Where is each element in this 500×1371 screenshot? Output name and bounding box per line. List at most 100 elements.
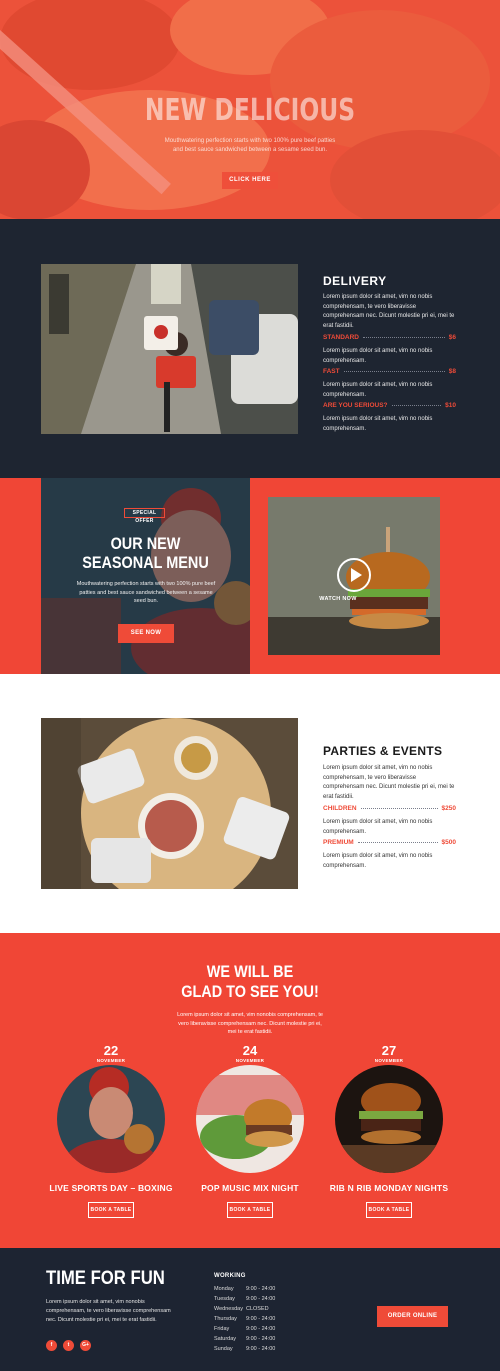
footer-title: TIME FOR FUN <box>46 1268 165 1289</box>
delivery-option-serious: ARE YOU SERIOUS? $10 <box>323 402 456 409</box>
event-month: NOVEMBER <box>374 1058 404 1063</box>
hero-title: NEW DELICIOUS <box>144 93 356 128</box>
watch-now-label[interactable]: WATCH NOW <box>268 596 408 602</box>
parties-photo <box>41 718 298 889</box>
delivery-title: DELIVERY <box>323 274 387 288</box>
option-description: Lorem ipsum dolor sit amet, vim no nobis… <box>323 819 433 835</box>
option-name: STANDARD <box>323 334 359 341</box>
hours-time: 9:00 - 24:00 <box>246 1326 276 1332</box>
events-description: Lorem ipsum dolor sit amet, vim nonobis … <box>177 1012 323 1035</box>
event-day: 24 <box>242 1043 258 1058</box>
event-name: POP MUSIC MIX NIGHT <box>201 1183 299 1193</box>
twitter-icon[interactable]: t <box>63 1340 74 1351</box>
event-image <box>196 1065 304 1173</box>
event-month: NOVEMBER <box>96 1058 126 1063</box>
events-title-line1: WE WILL BE <box>206 962 294 981</box>
delivery-option-fast: FAST $8 <box>323 368 456 375</box>
facebook-icon[interactable]: f <box>46 1340 57 1351</box>
party-option-premium: PREMIUM $500 <box>323 839 456 846</box>
book-table-button[interactable]: BOOK A TABLE <box>366 1202 412 1218</box>
seasonal-title: OUR NEW SEASONAL MENU <box>57 534 235 572</box>
option-description: Lorem ipsum dolor sit amet, vim no nobis… <box>323 382 433 398</box>
video-card[interactable]: WATCH NOW <box>268 497 440 655</box>
event-day: 22 <box>103 1043 119 1058</box>
parties-title: PARTIES & EVENTS <box>323 744 443 758</box>
hours-time: CLOSED <box>246 1306 269 1312</box>
option-name: FAST <box>323 368 340 375</box>
hours-row: Friday 9:00 - 24:00 <box>214 1326 275 1336</box>
working-hours-label: WORKING <box>214 1273 246 1279</box>
event-image <box>335 1065 443 1173</box>
seasonal-description: Mouthwatering perfection starts with two… <box>76 581 216 604</box>
events-title-line2: GLAD TO SEE YOU! <box>181 982 319 1001</box>
hours-day: Sunday <box>214 1346 233 1352</box>
option-price: $250 <box>441 805 456 812</box>
delivery-option-standard: STANDARD $6 <box>323 334 456 341</box>
option-name: PREMIUM <box>323 839 354 846</box>
hours-row: Wednesday CLOSED <box>214 1306 275 1316</box>
dotted-divider <box>343 371 445 372</box>
hours-time: 9:00 - 24:00 <box>246 1346 276 1352</box>
hours-row: Saturday 9:00 - 24:00 <box>214 1336 275 1346</box>
hero-click-here-button[interactable]: CLICK HERE <box>222 172 278 189</box>
hours-day: Monday <box>214 1286 234 1292</box>
hero-section: NEW DELICIOUS Mouthwatering perfection s… <box>0 0 500 219</box>
hours-time: 9:00 - 24:00 <box>246 1296 276 1302</box>
event-card: 22 NOVEMBER LIVE SPORTS DAY – BOXING BOO… <box>49 1043 172 1223</box>
hours-row: Tuesday 9:00 - 24:00 <box>214 1296 275 1306</box>
option-description: Lorem ipsum dolor sit amet, vim no nobis… <box>323 416 433 432</box>
special-offer-badge: SPECIAL OFFER <box>124 508 165 524</box>
see-now-button[interactable]: SEE NOW <box>118 624 174 643</box>
seasonal-section: SPECIAL OFFER OUR NEW SEASONAL MENU Mout… <box>0 478 500 674</box>
event-image <box>57 1065 165 1173</box>
delivery-photo <box>41 264 298 434</box>
dotted-divider <box>391 405 442 406</box>
parties-section: PARTIES & EVENTS Lorem ipsum dolor sit a… <box>0 674 500 933</box>
events-title: WE WILL BE GLAD TO SEE YOU! <box>38 962 463 1002</box>
event-name: RIB N RIB MONDAY NIGHTS <box>329 1183 449 1193</box>
book-table-button[interactable]: BOOK A TABLE <box>88 1202 134 1218</box>
delivery-section: DELIVERY Lorem ipsum dolor sit amet, vim… <box>0 219 500 478</box>
hours-day: Wednesday <box>214 1306 243 1312</box>
event-day: 27 <box>381 1043 397 1058</box>
footer-description: Lorem ipsum dolor sit amet, vim nonobis … <box>46 1299 171 1323</box>
hours-day: Thursday <box>214 1316 237 1322</box>
event-name: LIVE SPORTS DAY – BOXING <box>49 1183 173 1193</box>
option-description: Lorem ipsum dolor sit amet, vim no nobis… <box>323 348 433 364</box>
seasonal-title-line2: SEASONAL MENU <box>82 553 209 572</box>
option-name: CHILDREN <box>323 805 357 812</box>
option-name: ARE YOU SERIOUS? <box>323 402 388 409</box>
option-price: $6 <box>448 334 456 341</box>
seasonal-title-line1: OUR NEW <box>110 534 181 553</box>
option-price: $8 <box>448 368 456 375</box>
option-price: $10 <box>445 402 456 409</box>
option-price: $500 <box>441 839 456 846</box>
hours-day: Saturday <box>214 1336 237 1342</box>
book-table-button[interactable]: BOOK A TABLE <box>227 1202 273 1218</box>
dotted-divider <box>360 808 438 809</box>
google-plus-icon[interactable]: G+ <box>80 1340 91 1351</box>
hours-row: Sunday 9:00 - 24:00 <box>214 1346 275 1356</box>
order-online-button[interactable]: ORDER ONLINE <box>377 1306 448 1327</box>
social-links: f t G+ <box>46 1340 91 1351</box>
event-card: 24 NOVEMBER POP MUSIC MIX NIGHT BOOK A T… <box>195 1043 305 1223</box>
parties-description: Lorem ipsum dolor sit amet, vim no nobis… <box>323 765 455 800</box>
play-icon[interactable] <box>337 558 371 592</box>
delivery-description: Lorem ipsum dolor sit amet, vim no nobis… <box>323 294 455 329</box>
events-section: WE WILL BE GLAD TO SEE YOU! Lorem ipsum … <box>0 933 500 1248</box>
hours-time: 9:00 - 24:00 <box>246 1286 276 1292</box>
party-option-children: CHILDREN $250 <box>323 805 456 812</box>
hours-time: 9:00 - 24:00 <box>246 1336 276 1342</box>
hours-day: Tuesday <box>214 1296 235 1302</box>
event-card: 27 NOVEMBER RIB N RIB MONDAY NIGHTS BOOK… <box>330 1043 448 1223</box>
dotted-divider <box>363 337 445 338</box>
event-month: NOVEMBER <box>235 1058 265 1063</box>
option-description: Lorem ipsum dolor sit amet, vim no nobis… <box>323 853 433 869</box>
seasonal-menu-card: SPECIAL OFFER OUR NEW SEASONAL MENU Mout… <box>41 478 250 674</box>
hours-row: Thursday 9:00 - 24:00 <box>214 1316 275 1326</box>
hours-row: Monday 9:00 - 24:00 <box>214 1286 275 1296</box>
hours-day: Friday <box>214 1326 230 1332</box>
working-hours-list: Monday 9:00 - 24:00 Tuesday 9:00 - 24:00 W… <box>214 1286 275 1356</box>
hero-subtitle: Mouthwatering perfection starts with two… <box>164 138 336 153</box>
hours-time: 9:00 - 24:00 <box>246 1316 276 1322</box>
